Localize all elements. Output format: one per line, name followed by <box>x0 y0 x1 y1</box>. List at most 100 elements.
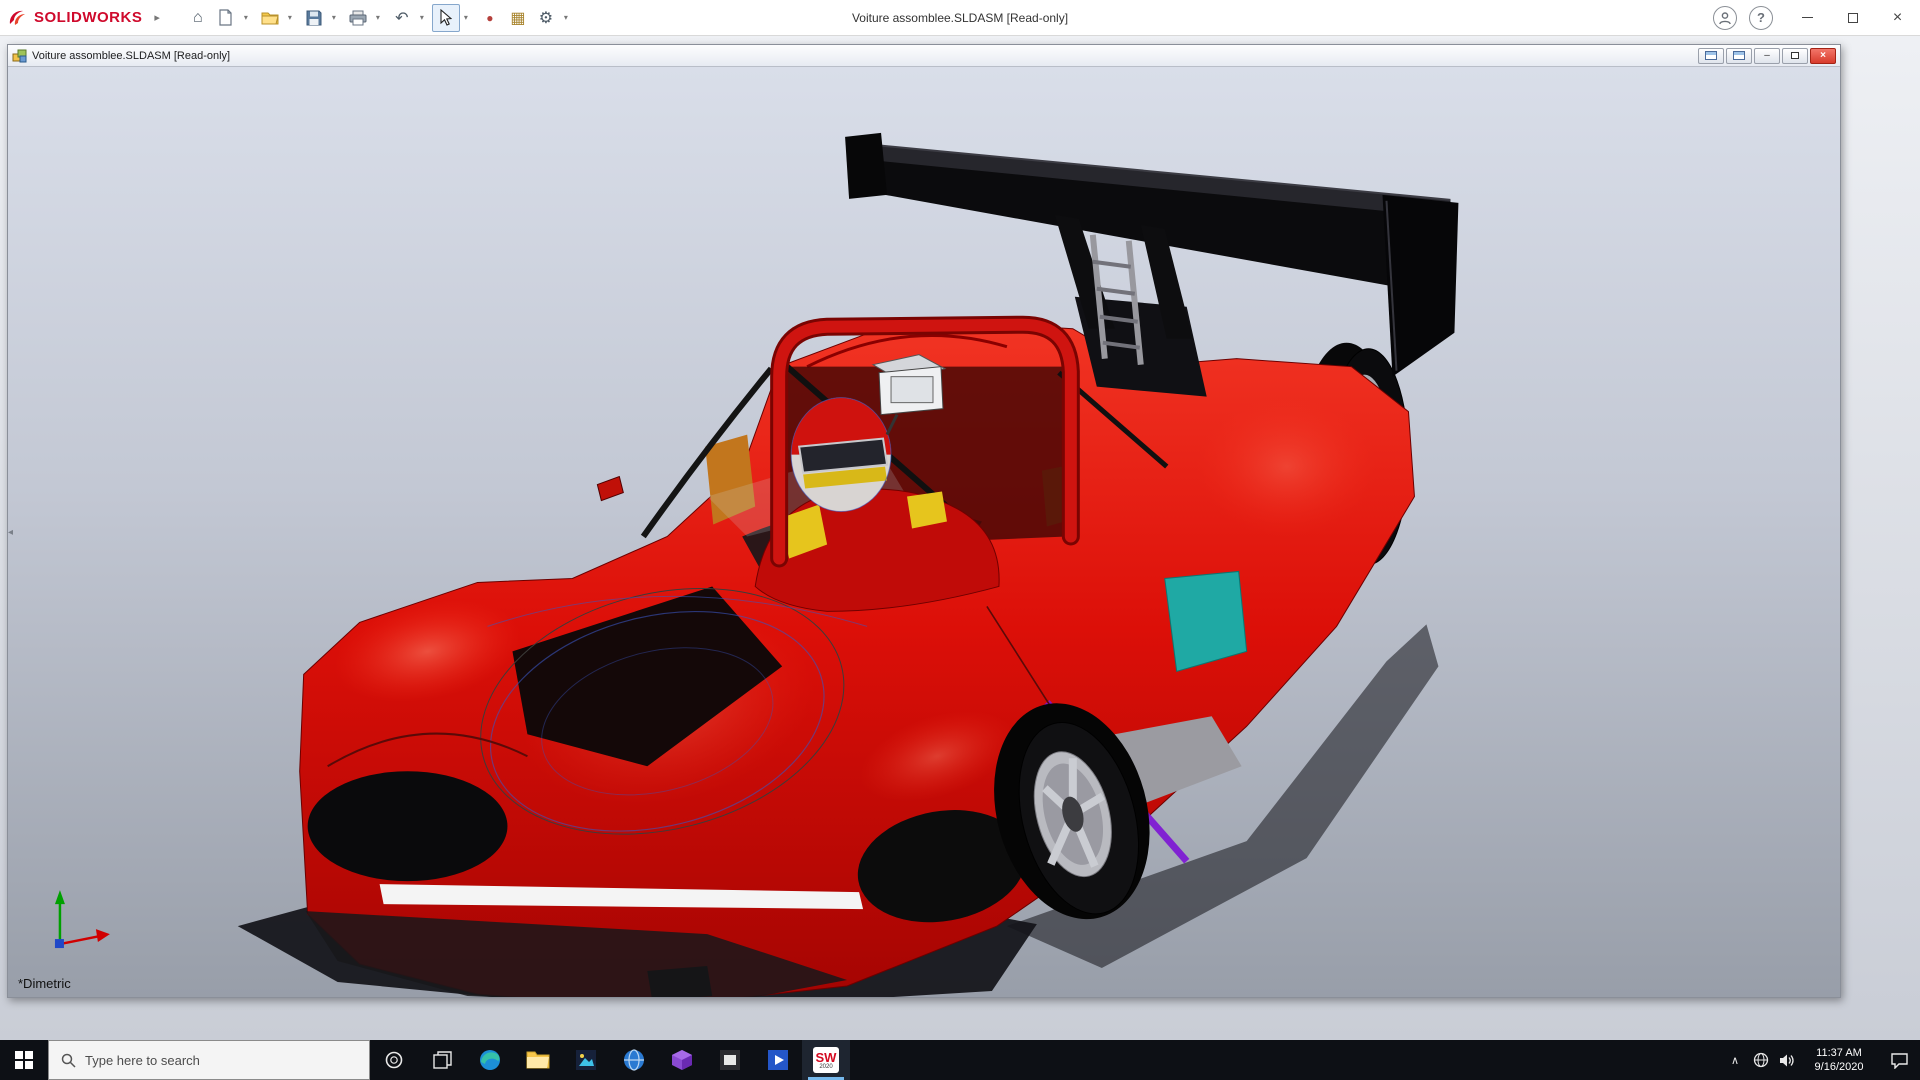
cortana-button[interactable] <box>370 1040 418 1080</box>
panel-collapse-arrow[interactable]: ◂ <box>8 519 18 545</box>
split-pane-icon <box>1733 51 1745 60</box>
taskbar-app-edge[interactable] <box>466 1040 514 1080</box>
doc-minimize-icon: – <box>1764 50 1770 61</box>
mdi-client-area: Voiture assomblee.SLDASM [Read-only] – × <box>0 36 1920 1040</box>
undo-icon: ↶ <box>395 8 408 28</box>
select-cursor-icon <box>439 9 452 26</box>
close-icon: × <box>1893 10 1902 26</box>
doc-split-view-button[interactable] <box>1726 48 1752 64</box>
menu-flyout-chevron-icon[interactable]: ▸ <box>154 11 160 24</box>
app-titlebar: Voiture assomblee.SLDASM [Read-only] SOL… <box>0 0 1920 36</box>
speaker-icon <box>1779 1053 1796 1068</box>
quick-access-toolbar: ⌂ ▾ ▾ <box>184 4 576 32</box>
taskbar-app-file-explorer[interactable] <box>514 1040 562 1080</box>
start-button[interactable] <box>0 1040 48 1080</box>
side-mirror[interactable] <box>597 477 623 501</box>
task-view-icon <box>433 1051 452 1070</box>
doc-restore-button[interactable] <box>1782 48 1808 64</box>
taskbar-app-terminal[interactable] <box>706 1040 754 1080</box>
doc-close-button[interactable]: × <box>1810 48 1836 64</box>
save-icon <box>306 10 322 26</box>
gear-icon: ⚙ <box>539 8 553 28</box>
brand-text: SOLIDWORKS <box>34 9 142 26</box>
doc-viewport-layout-button[interactable] <box>1698 48 1724 64</box>
design-table-button[interactable]: ▦ <box>504 4 532 32</box>
helmet[interactable] <box>791 398 891 512</box>
task-view-button[interactable] <box>418 1040 466 1080</box>
terminal-icon <box>719 1049 741 1071</box>
taskbar-app-media[interactable] <box>754 1040 802 1080</box>
print-icon <box>349 10 367 26</box>
doc-restore-icon <box>1791 52 1799 59</box>
taskbar-app-photos[interactable] <box>562 1040 610 1080</box>
new-document-icon <box>218 9 233 26</box>
user-icon <box>1718 11 1732 25</box>
minimize-button[interactable] <box>1785 0 1830 36</box>
new-document-dropdown[interactable]: ▾ <box>240 4 252 32</box>
doc-close-icon: × <box>1820 50 1826 61</box>
home-icon: ⌂ <box>193 9 203 27</box>
clock-time: 11:37 AM <box>1800 1046 1878 1060</box>
document-titlebar[interactable]: Voiture assomblee.SLDASM [Read-only] – × <box>8 45 1840 67</box>
macro-icon: ● <box>486 11 493 25</box>
edge-icon <box>478 1048 502 1072</box>
view-orientation-label: *Dimetric <box>18 976 71 991</box>
network-globe-icon <box>1753 1052 1769 1068</box>
doc-minimize-button[interactable]: – <box>1754 48 1780 64</box>
help-icon: ? <box>1757 10 1765 25</box>
open-dropdown[interactable]: ▾ <box>284 4 296 32</box>
solidworks-menu-logo[interactable]: SOLIDWORKS <box>0 8 152 28</box>
solidworks-app-year: 2020 <box>819 1064 832 1070</box>
graphics-area[interactable]: ◂ *Dimetric <box>8 67 1840 997</box>
clock-date: 9/16/2020 <box>1800 1060 1878 1074</box>
undo-button[interactable]: ↶ <box>388 4 416 32</box>
taskbar-app-browser[interactable] <box>610 1040 658 1080</box>
assembly-document-icon <box>12 49 27 63</box>
action-center-icon <box>1890 1052 1909 1069</box>
solidworks-app-label: SW <box>816 1051 837 1064</box>
maximize-icon <box>1848 13 1858 23</box>
solidworks-app-icon: SW 2020 <box>813 1047 839 1073</box>
select-button[interactable] <box>432 4 460 32</box>
minimize-icon <box>1802 17 1813 18</box>
undo-dropdown[interactable]: ▾ <box>416 4 428 32</box>
media-icon <box>767 1049 789 1071</box>
3d-viewer-icon <box>671 1049 693 1071</box>
document-title: Voiture assomblee.SLDASM [Read-only] <box>32 50 230 62</box>
tray-volume-button[interactable] <box>1774 1040 1800 1080</box>
photos-icon <box>575 1049 597 1071</box>
open-button[interactable] <box>256 4 284 32</box>
options-button[interactable]: ⚙ <box>532 4 560 32</box>
print-button[interactable] <box>344 4 372 32</box>
action-center-button[interactable] <box>1878 1040 1920 1080</box>
home-button[interactable]: ⌂ <box>184 4 212 32</box>
3d-model-canvas[interactable] <box>8 67 1840 997</box>
help-button[interactable]: ? <box>1749 6 1773 30</box>
file-explorer-icon <box>526 1050 550 1070</box>
open-folder-icon <box>261 10 279 25</box>
save-button[interactable] <box>300 4 328 32</box>
user-account-button[interactable] <box>1713 6 1737 30</box>
taskbar-app-solidworks[interactable]: SW 2020 <box>802 1040 850 1080</box>
select-dropdown[interactable]: ▾ <box>460 4 472 32</box>
windows-logo-icon <box>15 1051 33 1069</box>
save-dropdown[interactable]: ▾ <box>328 4 340 32</box>
taskbar-clock[interactable]: 11:37 AM 9/16/2020 <box>1800 1046 1878 1075</box>
options-dropdown[interactable]: ▾ <box>560 4 572 32</box>
macro-button[interactable]: ● <box>476 4 504 32</box>
tray-show-hidden-icons[interactable]: ∧ <box>1722 1040 1748 1080</box>
tray-network-button[interactable] <box>1748 1040 1774 1080</box>
solidworks-window: Voiture assomblee.SLDASM [Read-only] SOL… <box>0 0 1920 1080</box>
orientation-triad[interactable] <box>55 890 110 948</box>
maximize-button[interactable] <box>1830 0 1875 36</box>
ds-logo-icon <box>8 8 30 28</box>
taskbar-search[interactable]: Type here to search <box>48 1040 370 1080</box>
viewport-pane-icon <box>1705 51 1717 60</box>
design-table-icon: ▦ <box>510 8 525 28</box>
print-dropdown[interactable]: ▾ <box>372 4 384 32</box>
close-button[interactable]: × <box>1875 0 1920 36</box>
taskbar-app-3d-viewer[interactable] <box>658 1040 706 1080</box>
windows-taskbar: Type here to search <box>0 1040 1920 1080</box>
search-icon <box>61 1053 76 1068</box>
new-document-button[interactable] <box>212 4 240 32</box>
